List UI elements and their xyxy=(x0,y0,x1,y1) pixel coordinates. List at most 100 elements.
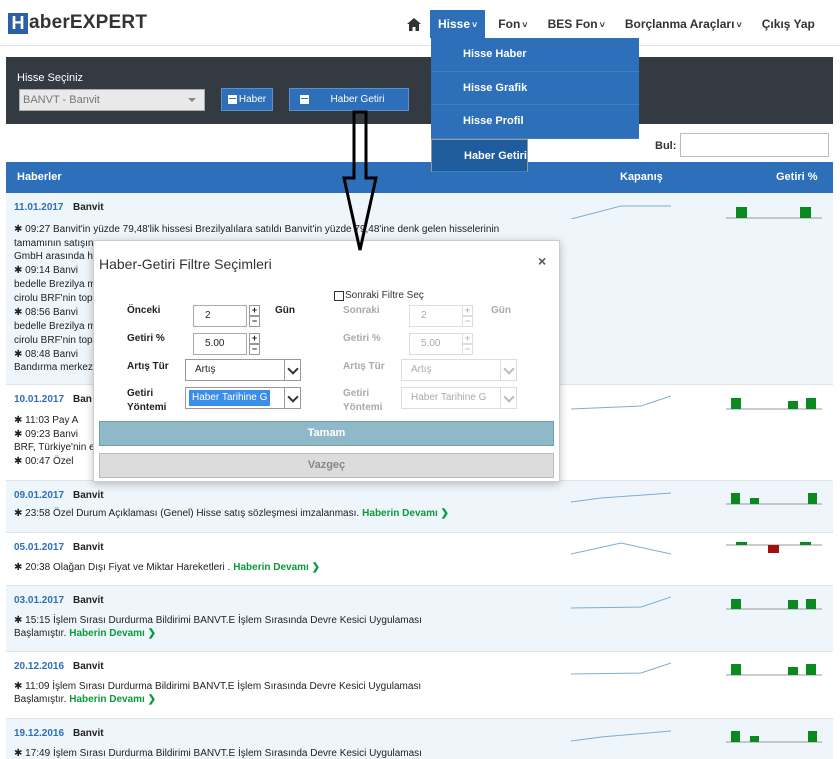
annotation-arrow xyxy=(342,110,378,251)
news-text-line[interactable]: ✱ 23:58 Özel Durum Açıklaması (Genel) Hi… xyxy=(14,507,449,520)
news-ticker: Banvit xyxy=(73,490,104,501)
plus-icon[interactable]: + xyxy=(249,305,260,316)
sonraki-filter-label: Sonraki Filtre Seç xyxy=(345,290,424,301)
sonraki-gun-input[interactable]: 2 xyxy=(409,305,463,327)
news-text-line[interactable]: ✱ 00:47 Özel xyxy=(14,455,74,468)
sonraki-artis-tur-select[interactable]: Artış xyxy=(401,359,517,381)
onceki-label: Önceki xyxy=(127,305,161,316)
sonraki-getiri-input[interactable]: 5.00 xyxy=(409,333,463,355)
price-sparkline xyxy=(571,395,671,410)
column-header-kapanis[interactable]: Kapanış xyxy=(620,171,663,183)
nav-bes-fon[interactable]: BES Fon ˅ xyxy=(541,10,612,38)
sonraki-gun-label: Gün xyxy=(491,305,511,316)
minus-icon[interactable]: − xyxy=(462,316,473,327)
tamam-button[interactable]: Tamam xyxy=(99,421,554,446)
nav-cikis[interactable]: Çıkış Yap xyxy=(755,10,822,38)
news-text-line[interactable]: ✱ 11:03 Pay A xyxy=(14,414,78,427)
sonraki-getiri-label: Getiri % xyxy=(343,333,381,344)
checkbox-box[interactable] xyxy=(334,290,344,301)
menu-item-hisse-profil[interactable]: Hisse Profil xyxy=(431,105,639,139)
artis-tur-label: Artış Tür xyxy=(127,361,169,372)
sonraki-filter-checkbox[interactable]: Sonraki Filtre Seç xyxy=(334,290,424,301)
onceki-stepper[interactable]: + − xyxy=(249,305,260,327)
chevron-down-icon xyxy=(500,388,516,408)
news-date: 19.12.2016 xyxy=(14,728,65,739)
chevron-down-icon: ˅ xyxy=(472,20,478,30)
menu-item-hisse-haber[interactable]: Hisse Haber xyxy=(431,38,639,72)
read-more-link[interactable]: Haberin Devamı ❯ xyxy=(233,562,320,573)
menu-item-hisse-grafik[interactable]: Hisse Grafik xyxy=(431,72,639,105)
logo-letter: H xyxy=(8,12,28,34)
read-more-link[interactable]: Haberin Devamı ❯ xyxy=(69,694,156,705)
artis-tur-value: Artış xyxy=(195,364,216,375)
search-input[interactable] xyxy=(680,133,829,157)
news-text-line: cirolu BRF'nin topl xyxy=(14,335,95,346)
onceki-gun-input[interactable]: 2 xyxy=(193,305,247,327)
news-text: ✱ 20:38 Olağan Dışı Fiyat ve Miktar Hare… xyxy=(14,562,231,573)
read-more-label: Haberin Devamı xyxy=(362,508,438,519)
news-text: Başlamıştır. xyxy=(14,694,67,705)
price-sparkline xyxy=(571,730,671,742)
getiri-yontemi-select[interactable]: Haber Tarihine G xyxy=(185,387,301,409)
stock-select[interactable]: BANVT - Banvit xyxy=(19,89,205,111)
read-more-label: Haberin Devamı xyxy=(69,628,145,639)
news-text-line: GmbH arasında hi xyxy=(14,251,96,262)
news-text-line[interactable]: ✱ 09:14 Banvi xyxy=(14,264,78,277)
news-text-line[interactable]: ✱ 20:38 Olağan Dışı Fiyat ve Miktar Hare… xyxy=(14,561,320,574)
getiri-percent-input[interactable]: 5.00 xyxy=(193,333,247,355)
artis-tur-select[interactable]: Artış xyxy=(185,359,301,381)
news-date: 09.01.2017 xyxy=(14,490,65,501)
haber-button[interactable]: Haber xyxy=(221,88,273,111)
price-sparkline xyxy=(571,662,671,675)
table-row: 09.01.2017 Banvit ✱ 23:58 Özel Durum Açı… xyxy=(6,481,833,533)
read-more-link[interactable]: Haberin Devamı ❯ xyxy=(69,628,156,639)
news-text-line[interactable]: ✱ 17:49 İşlem Sırası Durdurma Bildirimi … xyxy=(14,747,422,759)
sonraki-getiri-stepper[interactable]: + − xyxy=(462,333,473,355)
price-sparkline xyxy=(571,205,671,219)
news-text-line: Başlamıştır. Haberin Devamı ❯ xyxy=(14,627,156,640)
plus-icon[interactable]: + xyxy=(462,333,473,344)
sonraki-artis-tur-label: Artış Tür xyxy=(343,361,385,372)
news-date: 03.01.2017 xyxy=(14,595,65,606)
column-header-haberler[interactable]: Haberler xyxy=(17,171,62,183)
nav-hisse[interactable]: Hisse ˅ xyxy=(430,10,486,38)
plus-icon[interactable]: + xyxy=(462,305,473,316)
minus-icon[interactable]: − xyxy=(249,344,260,355)
sonraki-stepper[interactable]: + − xyxy=(462,305,473,327)
sonraki-getiri-yontemi-label-1: Getiri xyxy=(343,388,370,399)
home-icon[interactable] xyxy=(398,10,430,38)
minus-icon[interactable]: − xyxy=(249,316,260,327)
news-date: 11.01.2017 xyxy=(14,202,64,213)
nav-borclanma[interactable]: Borçlanma Araçları ˅ xyxy=(618,10,749,38)
haber-getiri-button[interactable]: Haber Getiri xyxy=(289,88,409,111)
table-row: 19.12.2016 Banvit ✱ 17:49 İşlem Sırası D… xyxy=(6,719,833,759)
brand-logo[interactable]: H aberEXPERT xyxy=(8,12,147,34)
news-text-line[interactable]: ✱ 08:48 Banvi xyxy=(14,348,78,361)
news-date: 05.01.2017 xyxy=(14,542,65,553)
table-row: 20.12.2016 Banvit ✱ 11:09 İşlem Sırası D… xyxy=(6,652,833,719)
price-sparkline xyxy=(571,542,671,555)
news-text-line[interactable]: ✱ 08:56 Banvi xyxy=(14,306,78,319)
news-text-line[interactable]: ✱ 15:15 İşlem Sırası Durdurma Bildirimi … xyxy=(14,614,422,627)
column-header-getiri[interactable]: Getiri % xyxy=(776,171,818,183)
haber-button-label: Haber xyxy=(238,94,267,105)
close-icon[interactable]: × xyxy=(538,253,546,269)
read-more-link[interactable]: Haberin Devamı ❯ xyxy=(362,508,449,519)
plus-icon[interactable]: + xyxy=(249,333,260,344)
stock-select-label: Hisse Seçiniz xyxy=(17,72,84,84)
menu-item-haber-getiri[interactable]: Haber Getiri xyxy=(431,138,528,172)
sonraki-label: Sonraki xyxy=(343,305,380,316)
sonraki-getiri-yontemi-select[interactable]: Haber Tarihine G xyxy=(401,387,517,409)
nav-fon[interactable]: Fon ˅ xyxy=(491,10,534,38)
news-ticker: Banvit xyxy=(73,728,104,739)
chevron-down-icon: ˅ xyxy=(736,20,742,30)
news-text-line[interactable]: ✱ 09:27 Banvit'in yüzde 79,48'lik hisses… xyxy=(14,223,499,236)
news-text-line[interactable]: ✱ 09:23 Banvi xyxy=(14,428,78,441)
getiri-stepper[interactable]: + − xyxy=(249,333,260,355)
vazgec-button[interactable]: Vazgeç xyxy=(99,453,554,478)
return-bar-chart xyxy=(726,599,822,610)
news-text-line[interactable]: ✱ 11:09 İşlem Sırası Durdurma Bildirimi … xyxy=(14,680,421,693)
sonraki-getiri-yontemi-label-2: Yöntemi xyxy=(343,402,383,413)
minus-icon[interactable]: − xyxy=(462,344,473,355)
news-text: ✱ 23:58 Özel Durum Açıklaması (Genel) Hi… xyxy=(14,508,360,519)
